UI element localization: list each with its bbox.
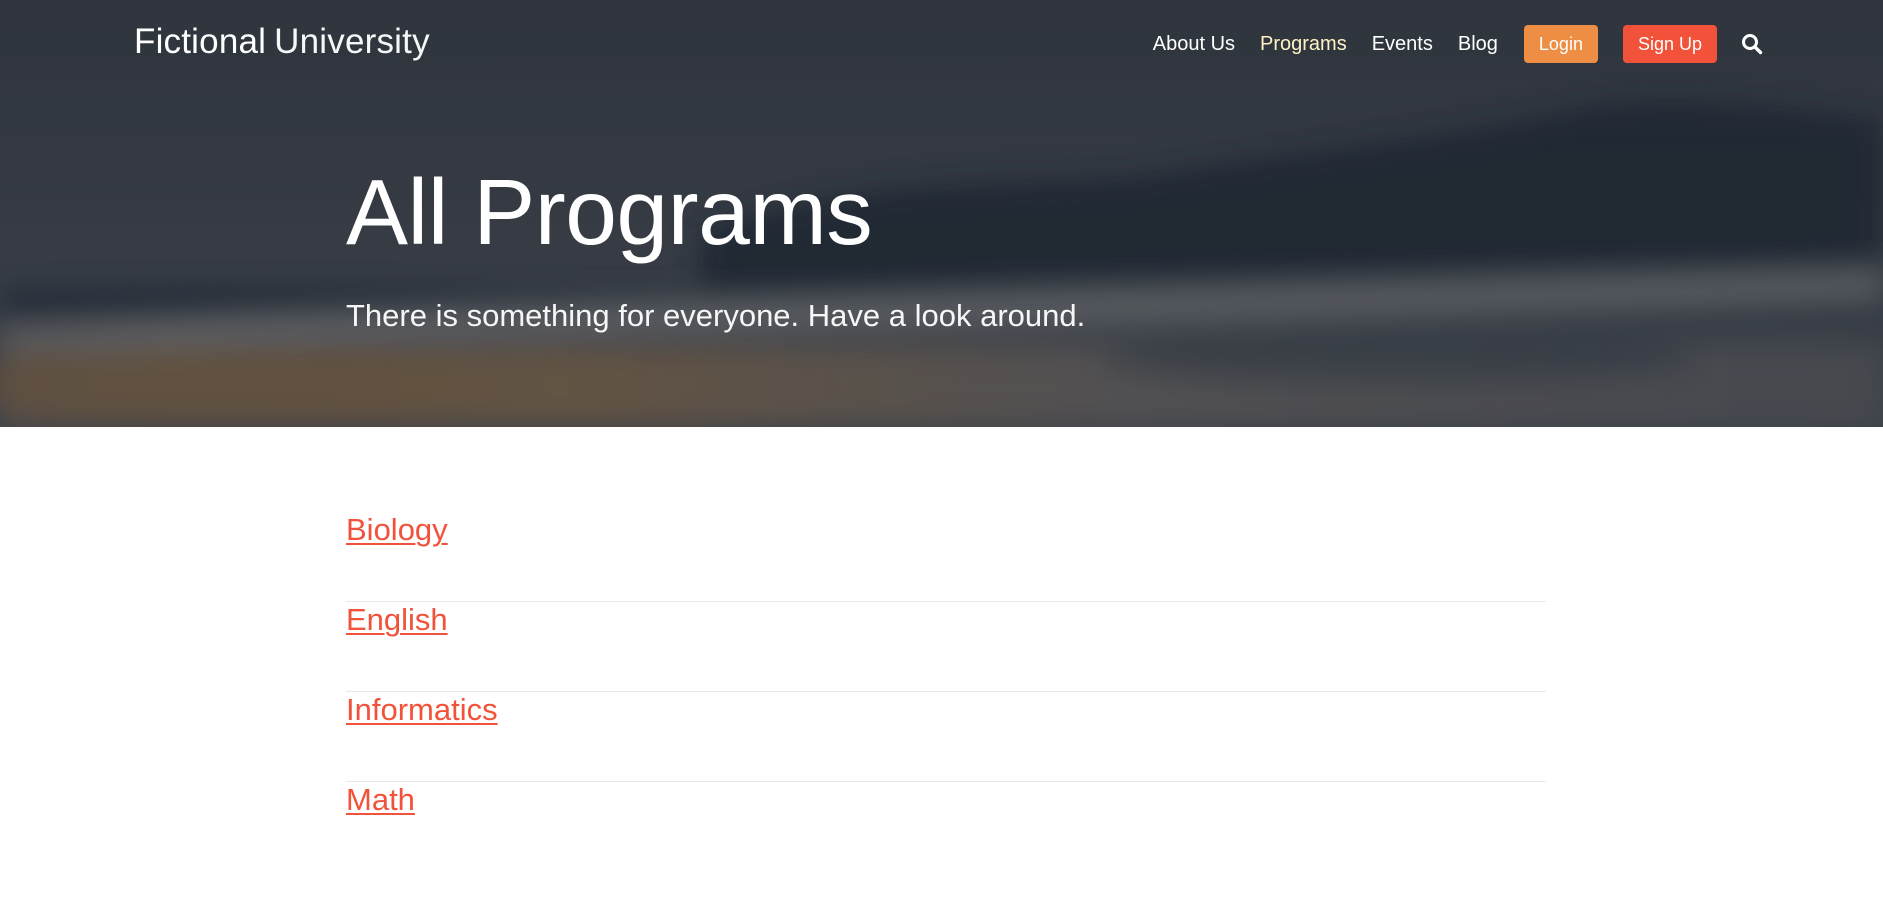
signup-button[interactable]: Sign Up bbox=[1622, 25, 1717, 63]
list-item: Biology bbox=[346, 512, 1546, 602]
banner-content: All Programs There is something for ever… bbox=[346, 160, 1086, 334]
site-logo[interactable]: Fictional University bbox=[134, 22, 430, 62]
logo-primary-text: Fictional bbox=[134, 22, 267, 61]
page-title: All Programs bbox=[346, 160, 873, 264]
site-header: Fictional University About Us Programs Ev… bbox=[0, 0, 1883, 90]
program-link-biology[interactable]: Biology bbox=[346, 512, 448, 548]
logo-secondary-text: University bbox=[274, 22, 430, 61]
nav-link-blog[interactable]: Blog bbox=[1458, 25, 1498, 63]
list-item: English bbox=[346, 602, 1546, 692]
page-banner: Fictional University About Us Programs Ev… bbox=[0, 0, 1883, 427]
program-link-math[interactable]: Math bbox=[346, 782, 415, 818]
list-item: Math bbox=[346, 782, 1546, 872]
nav-link-programs[interactable]: Programs bbox=[1260, 25, 1347, 63]
nav-link-about-us[interactable]: About Us bbox=[1153, 25, 1235, 63]
program-link-english[interactable]: English bbox=[346, 602, 448, 638]
login-button[interactable]: Login bbox=[1523, 25, 1598, 63]
program-list: Biology English Informatics Math bbox=[346, 512, 1546, 872]
nav-link-events[interactable]: Events bbox=[1372, 25, 1433, 63]
list-item: Informatics bbox=[346, 692, 1546, 782]
search-icon[interactable] bbox=[1741, 33, 1763, 55]
page-subtitle: There is something for everyone. Have a … bbox=[346, 297, 1086, 333]
program-link-informatics[interactable]: Informatics bbox=[346, 692, 498, 728]
main-navigation: About Us Programs Events Blog Login Sign… bbox=[1128, 25, 1763, 63]
